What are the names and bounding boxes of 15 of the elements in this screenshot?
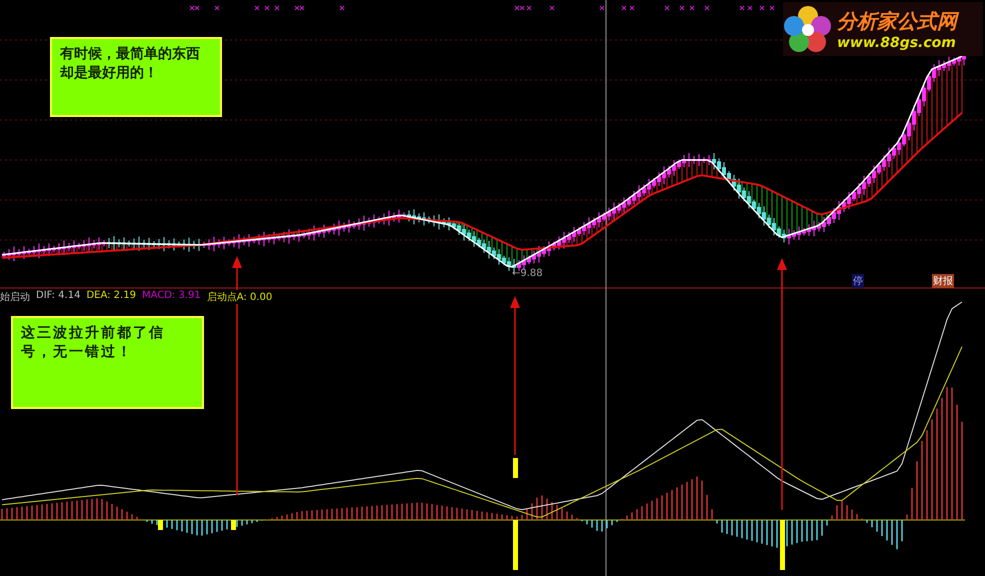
note-text: 有时候，最简单的东西却是最好用的！ [60, 46, 200, 81]
chart-marker: 财报 [932, 274, 954, 288]
chart-marker: 停 [852, 274, 864, 288]
legend-item: 启动点A: 0.00 [206, 290, 272, 304]
signal-bar [158, 520, 163, 530]
legend-item: 始启动 [0, 290, 30, 304]
flower-icon [783, 4, 833, 54]
note-text: 这三波拉升前都了信号，无一错过！ [21, 325, 165, 360]
signal-bar [780, 520, 785, 570]
signal-bar [513, 458, 518, 478]
signal-bar [513, 520, 518, 570]
logo-url: www.88gs.com [837, 34, 956, 50]
low-price-label: ←9.88 [512, 268, 543, 279]
signal-bar [231, 520, 236, 530]
logo-title: 分析家公式网 [837, 8, 957, 34]
